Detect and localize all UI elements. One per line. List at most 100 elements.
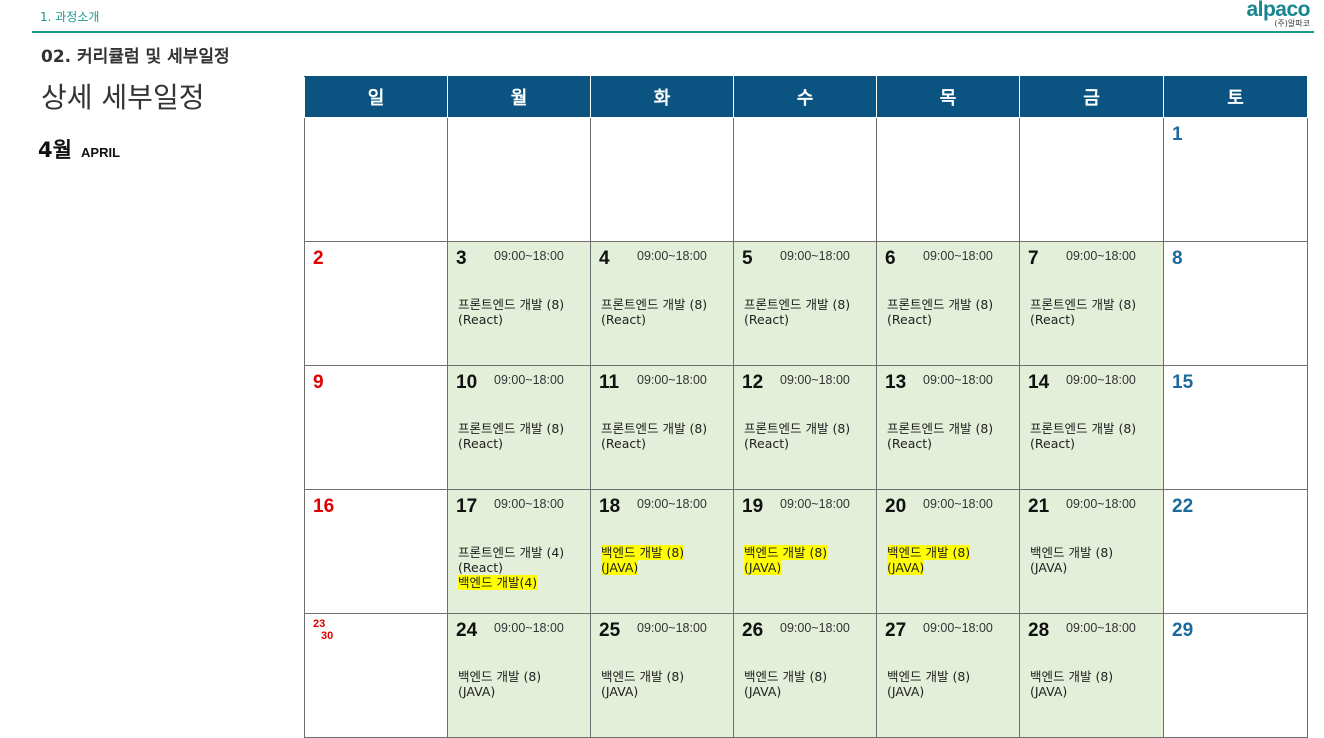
class-time: 09:00~18:00 <box>923 373 993 387</box>
month-number: 4월 <box>38 138 72 162</box>
course-tech: (React) <box>458 312 504 327</box>
class-time: 09:00~18:00 <box>494 373 564 387</box>
day-cell-empty <box>590 117 734 242</box>
course-tech: (JAVA) <box>887 684 925 699</box>
course-info: 프론트엔드 개발 (8) (React) <box>887 421 993 451</box>
day-number: 7 <box>1028 248 1039 269</box>
class-time: 09:00~18:00 <box>1066 373 1136 387</box>
week-row: 16 17 09:00~18:00 프론트엔드 개발 (4) (React) 백엔드… <box>304 489 1308 614</box>
class-time: 09:00~18:00 <box>494 621 564 635</box>
week-row: 9 10 09:00~18:00 프론트엔드 개발 (8) (React) 11 … <box>304 365 1308 490</box>
day-number: 18 <box>599 496 621 517</box>
class-day-cell: 21 09:00~18:00 백엔드 개발 (8) (JAVA) <box>1019 489 1164 614</box>
course-name: 프론트엔드 개발 (8) <box>601 421 708 436</box>
class-time: 09:00~18:00 <box>1066 249 1136 263</box>
course-info: 백엔드 개발 (8) (JAVA) <box>744 669 827 699</box>
weekday-tue: 화 <box>590 76 734 118</box>
course-info: 백엔드 개발 (8) (JAVA) <box>744 545 828 575</box>
day-number-secondary: 30 <box>321 630 334 642</box>
course-info: 프론트엔드 개발 (4) (React) 백엔드 개발(4) <box>458 545 564 590</box>
week-row: 23 30 24 09:00~18:00 백엔드 개발 (8) (JAVA) 25… <box>304 613 1308 738</box>
day-number: 3 <box>456 248 467 269</box>
day-number: 29 <box>1172 620 1194 641</box>
class-day-cell: 13 09:00~18:00 프론트엔드 개발 (8) (React) <box>876 365 1020 490</box>
day-cell-empty <box>876 117 1020 242</box>
class-day-cell: 27 09:00~18:00 백엔드 개발 (8) (JAVA) <box>876 613 1020 738</box>
class-time: 09:00~18:00 <box>1066 497 1136 511</box>
day-number: 20 <box>885 496 907 517</box>
day-cell: 2 <box>304 241 448 366</box>
day-number: 17 <box>456 496 478 517</box>
class-day-cell: 7 09:00~18:00 프론트엔드 개발 (8) (React) <box>1019 241 1164 366</box>
class-day-cell: 6 09:00~18:00 프론트엔드 개발 (8) (React) <box>876 241 1020 366</box>
course-tech: (React) <box>458 560 504 575</box>
day-cell: 8 <box>1163 241 1308 366</box>
class-day-cell: 5 09:00~18:00 프론트엔드 개발 (8) (React) <box>733 241 877 366</box>
course-info: 프론트엔드 개발 (8) (React) <box>601 421 707 451</box>
class-time: 09:00~18:00 <box>923 249 993 263</box>
class-time: 09:00~18:00 <box>637 497 707 511</box>
company-logo: alpaco (주)알파코 <box>1246 0 1310 28</box>
course-name: 백엔드 개발 (8) <box>1030 669 1114 684</box>
weekday-sun: 일 <box>304 76 448 118</box>
course-name: 프론트엔드 개발 (4) <box>458 545 565 560</box>
course-info: 프론트엔드 개발 (8) (React) <box>458 297 564 327</box>
schedule-calendar: 일 월 화 수 목 금 토 1 2 3 09:00~18:00 프론트엔드 개발… <box>304 76 1308 738</box>
weekday-mon: 월 <box>447 76 591 118</box>
course-tech: (JAVA) <box>1030 560 1068 575</box>
class-day-cell: 19 09:00~18:00 백엔드 개발 (8) (JAVA) <box>733 489 877 614</box>
day-number: 25 <box>599 620 621 641</box>
course-tech-highlighted: (JAVA) <box>601 560 639 575</box>
class-time: 09:00~18:00 <box>494 249 564 263</box>
day-number: 12 <box>742 372 764 393</box>
day-cell: 9 <box>304 365 448 490</box>
day-number: 5 <box>742 248 753 269</box>
class-time: 09:00~18:00 <box>780 621 850 635</box>
day-number: 8 <box>1172 248 1183 269</box>
day-number: 24 <box>456 620 478 641</box>
day-number: 23 <box>313 618 326 630</box>
course-name: 프론트엔드 개발 (8) <box>744 421 851 436</box>
course-tech: (React) <box>1030 436 1076 451</box>
course-name: 프론트엔드 개발 (8) <box>458 421 565 436</box>
class-day-cell: 10 09:00~18:00 프론트엔드 개발 (8) (React) <box>447 365 591 490</box>
course-tech: (React) <box>1030 312 1076 327</box>
day-cell: 16 <box>304 489 448 614</box>
day-cell: 23 30 <box>304 613 448 738</box>
class-day-cell: 20 09:00~18:00 백엔드 개발 (8) (JAVA) <box>876 489 1020 614</box>
day-number: 28 <box>1028 620 1050 641</box>
day-number: 13 <box>885 372 907 393</box>
day-number: 11 <box>599 372 620 393</box>
weekday-header-row: 일 월 화 수 목 금 토 <box>304 76 1308 118</box>
day-number: 4 <box>599 248 610 269</box>
course-name: 프론트엔드 개발 (8) <box>744 297 851 312</box>
course-info: 프론트엔드 개발 (8) (React) <box>1030 297 1136 327</box>
course-info: 백엔드 개발 (8) (JAVA) <box>887 669 970 699</box>
day-number: 22 <box>1172 496 1194 517</box>
day-number: 16 <box>313 496 335 517</box>
header-divider <box>32 31 1314 33</box>
course-name: 프론트엔드 개발 (8) <box>1030 421 1137 436</box>
page-subtitle: 02. 커리큘럼 및 세부일정 <box>41 47 230 67</box>
course-name: 프론트엔드 개발 (8) <box>458 297 565 312</box>
class-time: 09:00~18:00 <box>780 249 850 263</box>
day-cell-empty <box>447 117 591 242</box>
course-tech: (JAVA) <box>1030 684 1068 699</box>
class-time: 09:00~18:00 <box>780 373 850 387</box>
course-tech: (JAVA) <box>744 684 782 699</box>
course-name-highlighted: 백엔드 개발 (8) <box>601 545 685 560</box>
class-day-cell: 28 09:00~18:00 백엔드 개발 (8) (JAVA) <box>1019 613 1164 738</box>
course-info: 백엔드 개발 (8) (JAVA) <box>1030 669 1113 699</box>
class-day-cell: 11 09:00~18:00 프론트엔드 개발 (8) (React) <box>590 365 734 490</box>
course-tech: (React) <box>744 312 790 327</box>
course-tech: (JAVA) <box>601 684 639 699</box>
logo-mark: alpaco <box>1246 0 1310 21</box>
course-info: 프론트엔드 개발 (8) (React) <box>458 421 564 451</box>
day-number: 26 <box>742 620 764 641</box>
day-number: 10 <box>456 372 478 393</box>
course-tech: (React) <box>458 436 504 451</box>
class-day-cell: 25 09:00~18:00 백엔드 개발 (8) (JAVA) <box>590 613 734 738</box>
course-tech: (React) <box>601 436 647 451</box>
week-row: 1 <box>304 117 1308 242</box>
course-name-highlighted: 백엔드 개발 (8) <box>887 545 971 560</box>
